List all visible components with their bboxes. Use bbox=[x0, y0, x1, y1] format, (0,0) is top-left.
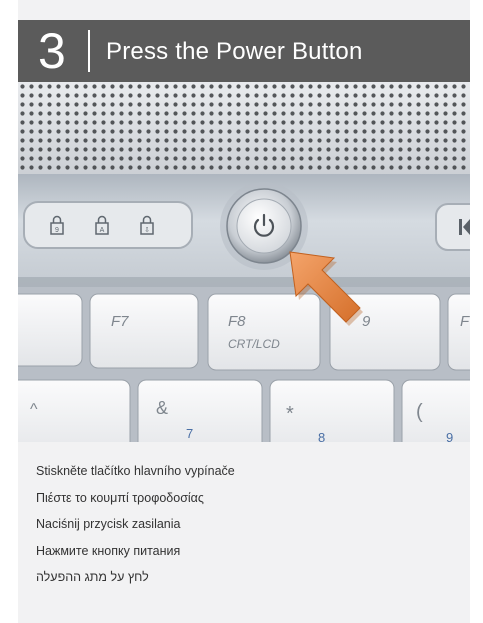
svg-text:F8: F8 bbox=[228, 313, 246, 330]
key-8[interactable]: * 8 bbox=[269, 379, 395, 442]
key-left-partial[interactable] bbox=[18, 293, 83, 367]
step-header: 3 Press the Power Button bbox=[18, 20, 470, 82]
svg-text:(: ( bbox=[416, 401, 423, 423]
svg-text:^: ^ bbox=[30, 401, 38, 418]
key-7[interactable]: & 7 bbox=[137, 379, 263, 442]
header-divider bbox=[88, 30, 90, 72]
caption-polish: Naciśnij przycisk zasilania bbox=[36, 517, 181, 531]
svg-text:F: F bbox=[460, 313, 470, 330]
instruction-card: 3 Press the Power Button 9 A ⇩ F7 F8 CRT… bbox=[18, 0, 470, 623]
svg-text:7: 7 bbox=[186, 426, 193, 441]
num-lock-indicator: 9 bbox=[55, 227, 59, 234]
svg-text:&: & bbox=[156, 398, 168, 418]
laptop-keyboard-photo: 9 A ⇩ F7 F8 CRT/LCD 9 F ^ & 7 * 8 (9 bbox=[18, 82, 470, 442]
media-prev-button[interactable] bbox=[435, 203, 470, 251]
caption-hebrew: לחץ על מתג ההפעלה bbox=[36, 570, 149, 584]
svg-text:CRT/LCD: CRT/LCD bbox=[228, 337, 280, 351]
svg-text:F7: F7 bbox=[111, 313, 129, 330]
scroll-lock-indicator: ⇩ bbox=[144, 226, 150, 234]
caption-russian: Нажмите кнопку питания bbox=[36, 543, 181, 558]
step-number: 3 bbox=[38, 23, 66, 79]
key-f8[interactable]: F8 CRT/LCD bbox=[207, 293, 321, 371]
caption-greek: Πιέστε το κουμπί τροφοδοσίας bbox=[36, 490, 204, 505]
caps-lock-indicator: A bbox=[100, 227, 105, 234]
status-indicator-strip: 9 A ⇩ bbox=[23, 201, 193, 249]
key-f7[interactable]: F7 bbox=[89, 293, 199, 369]
key-f10[interactable]: F bbox=[447, 293, 470, 371]
svg-text:9: 9 bbox=[362, 313, 371, 330]
key-6[interactable]: ^ bbox=[18, 379, 131, 442]
svg-text:*: * bbox=[286, 403, 294, 425]
caption-czech: Stiskněte tlačítko hlavního vypínače bbox=[36, 464, 235, 478]
svg-text:8: 8 bbox=[318, 430, 325, 442]
svg-text:9: 9 bbox=[446, 430, 453, 442]
key-9[interactable]: ( 9 bbox=[401, 379, 470, 442]
step-title: Press the Power Button bbox=[106, 38, 363, 65]
caption-list: Stiskněte tlačítko hlavního vypínače Πιέ… bbox=[36, 458, 456, 591]
